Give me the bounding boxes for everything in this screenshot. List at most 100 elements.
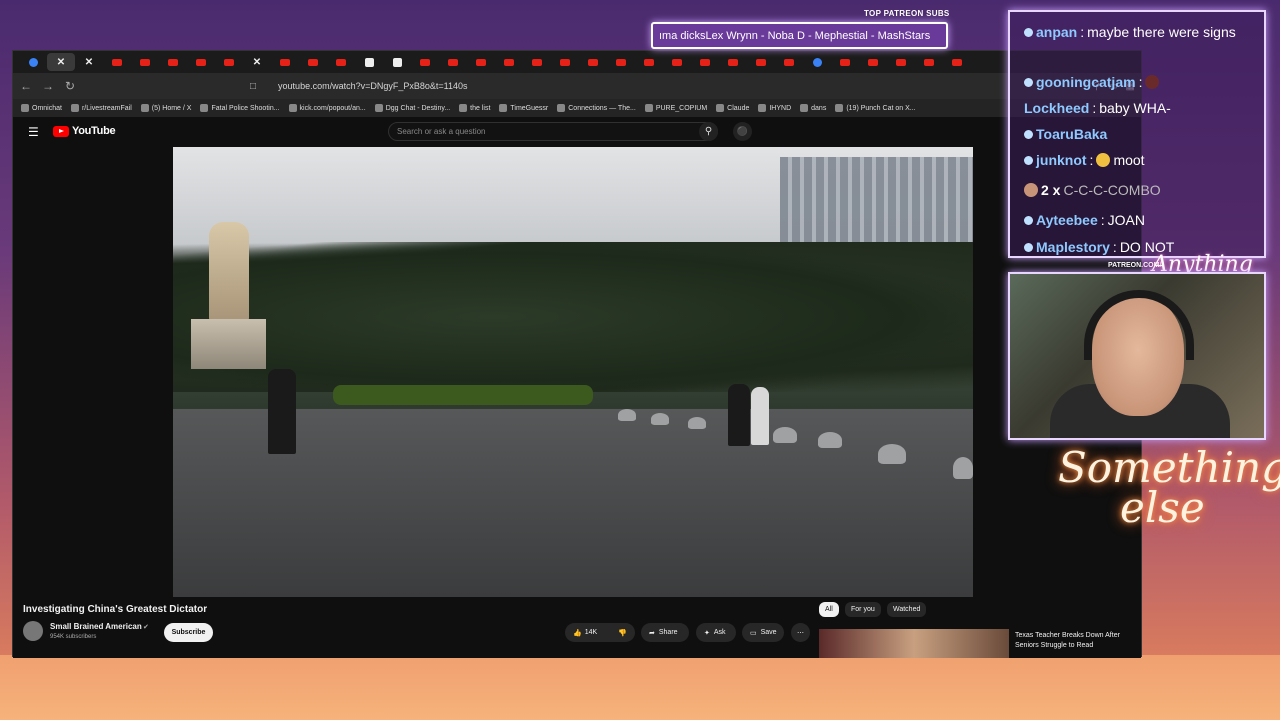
browser-tab[interactable]: [551, 53, 579, 71]
channel-name[interactable]: Small Brained American: [50, 622, 142, 631]
chip-for-you[interactable]: For you: [845, 602, 881, 617]
chat-user: Maplestory: [1036, 239, 1110, 255]
like-button[interactable]: 👍 14K: [573, 629, 597, 637]
back-icon[interactable]: ←: [19, 79, 33, 93]
bookmark-label: TimeGuessr: [510, 104, 549, 112]
ask-label: Ask: [713, 629, 726, 636]
save-button[interactable]: ▭ Save: [742, 623, 784, 642]
x-icon: ✕: [252, 56, 262, 68]
browser-tab[interactable]: [103, 53, 131, 71]
browser-tab[interactable]: [215, 53, 243, 71]
browser-tab[interactable]: [439, 53, 467, 71]
dislike-button[interactable]: 👎: [618, 629, 627, 637]
forward-icon[interactable]: →: [41, 79, 55, 93]
youtube-icon: [140, 58, 150, 66]
browser-tab[interactable]: [131, 53, 159, 71]
youtube-icon: [868, 58, 878, 66]
bookmark-favicon-icon: [21, 104, 29, 112]
headset-icon: [1084, 290, 1194, 360]
chat-badge-icon: [1024, 242, 1033, 252]
browser-tab[interactable]: [327, 53, 355, 71]
browser-tab[interactable]: [271, 53, 299, 71]
bookmark-item[interactable]: TimeGuessr: [499, 104, 548, 112]
bookmark-item[interactable]: Fatal Police Shootin...: [200, 104, 280, 112]
bookmark-item[interactable]: the list: [459, 104, 490, 112]
browser-tab[interactable]: [943, 53, 971, 71]
browser-tab[interactable]: [523, 53, 551, 71]
bookmark-item[interactable]: (5) Home / X: [140, 104, 192, 112]
bookmark-item[interactable]: Dgg Chat - Destiny...: [374, 104, 450, 112]
patreon-label: TOP PATREON SUBS: [864, 9, 950, 18]
browser-tab[interactable]: [159, 53, 187, 71]
reload-icon[interactable]: ↻: [63, 79, 77, 93]
browser-tab[interactable]: [467, 53, 495, 71]
ask-button[interactable]: ✦ Ask: [696, 623, 736, 642]
youtube-icon: [448, 58, 458, 66]
browser-tab[interactable]: [579, 53, 607, 71]
subscribe-button[interactable]: Subscribe: [164, 623, 213, 642]
recommended-thumbnail[interactable]: [819, 629, 1009, 658]
chip-all[interactable]: All: [819, 602, 839, 617]
chat-text: baby WHA-: [1099, 100, 1171, 116]
browser-tab[interactable]: ✕: [243, 53, 271, 71]
bookmark-label: (5) Home / X: [151, 104, 192, 112]
browser-tab[interactable]: [495, 53, 523, 71]
video-hedge: [333, 385, 593, 405]
browser-tab[interactable]: [607, 53, 635, 71]
browser-tab[interactable]: [663, 53, 691, 71]
browser-tab[interactable]: [411, 53, 439, 71]
microphone-icon[interactable]: ⚫: [733, 122, 752, 141]
browser-tab[interactable]: [747, 53, 775, 71]
browser-tab[interactable]: [383, 53, 411, 71]
search-input[interactable]: Search or ask a question: [388, 122, 718, 141]
browser-tab[interactable]: [775, 53, 803, 71]
browser-tab[interactable]: [887, 53, 915, 71]
browser-tab[interactable]: [19, 53, 47, 71]
browser-tab[interactable]: [691, 53, 719, 71]
video-person: [728, 384, 750, 446]
browser-tab[interactable]: [803, 53, 831, 71]
more-options-button[interactable]: ⋯: [791, 623, 810, 642]
youtube-page: ☰ YouTube Search or ask a question ⚲ ⚫ I…: [13, 117, 1141, 658]
combo-count: 2 x: [1041, 182, 1061, 198]
share-button[interactable]: ➦ Share: [641, 623, 689, 642]
youtube-icon: [196, 58, 206, 66]
browser-tab[interactable]: [355, 53, 383, 71]
browser-tab[interactable]: [831, 53, 859, 71]
youtube-play-icon: [53, 125, 69, 137]
video-player[interactable]: [173, 147, 973, 597]
bookmark-item[interactable]: Connections — The...: [557, 104, 636, 112]
youtube-icon: [644, 58, 654, 66]
bookmark-item[interactable]: dans: [800, 104, 826, 112]
bookmark-item[interactable]: r/LivestreamFail: [70, 104, 132, 112]
browser-tab[interactable]: ✕: [47, 53, 75, 71]
youtube-icon: [924, 58, 934, 66]
chat-message: ToaruBaka: [1024, 126, 1107, 142]
chip-watched[interactable]: Watched: [887, 602, 927, 617]
bookmark-item[interactable]: IHYND: [758, 104, 791, 112]
search-icon[interactable]: ⚲: [699, 122, 718, 141]
browser-tab[interactable]: [299, 53, 327, 71]
browser-tab[interactable]: [187, 53, 215, 71]
menu-icon[interactable]: ☰: [28, 125, 39, 139]
recommended-title[interactable]: Texas Teacher Breaks Down After Seniors …: [1015, 631, 1130, 651]
browser-tab[interactable]: [859, 53, 887, 71]
youtube-icon: [728, 58, 738, 66]
bookmark-item[interactable]: (19) Punch Cat on X...: [835, 104, 916, 112]
youtube-icon: [672, 58, 682, 66]
youtube-logo[interactable]: YouTube: [53, 125, 116, 137]
chat-emote-icon: [1096, 153, 1111, 167]
bookmark-item[interactable]: PURE_COPIUM: [644, 104, 707, 112]
bookmark-icon[interactable]: □: [250, 81, 256, 92]
bookmark-item[interactable]: Claude: [716, 104, 749, 112]
bookmark-item[interactable]: Omnichat: [21, 104, 62, 112]
background-floor: [0, 655, 1280, 720]
browser-tab[interactable]: ✕: [75, 53, 103, 71]
browser-tab[interactable]: [719, 53, 747, 71]
channel-avatar[interactable]: [23, 621, 43, 641]
url-field[interactable]: youtube.com/watch?v=DNgyF_PxB8o&t=1140s: [278, 81, 1085, 91]
browser-tab[interactable]: [915, 53, 943, 71]
browser-tab[interactable]: [635, 53, 663, 71]
bookmark-item[interactable]: kick.com/popout/an...: [288, 104, 366, 112]
bookmarks-bar: Omnichat r/LivestreamFail (5) Home / X Fata…: [13, 99, 1141, 117]
